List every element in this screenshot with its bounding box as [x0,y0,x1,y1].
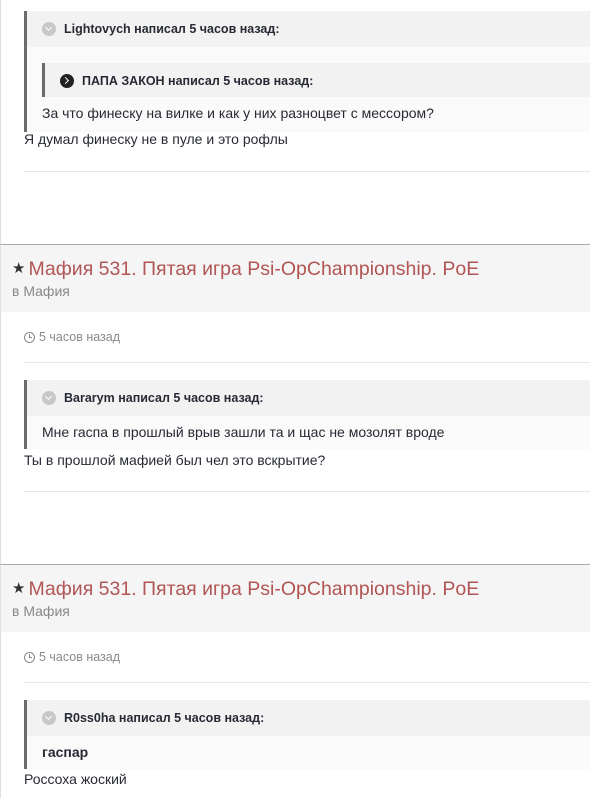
quote-author-line[interactable]: Lightovych написал 5 часов назад: [64,22,279,36]
category-link[interactable]: Мафия [23,603,70,619]
clock-icon [24,331,35,343]
activity-item: ★ Мафия 531. Пятая игра Psi-OpChampionsh… [0,244,590,564]
quote-author-line[interactable]: R0ss0ha написал 5 часов назад: [64,711,264,725]
post-header: ★ Мафия 531. Пятая игра Psi-OpChampionsh… [1,245,590,312]
quote-header[interactable]: Bararym написал 5 часов назад: [27,380,590,416]
time-text[interactable]: 5 часов назад [39,650,120,664]
divider [24,491,590,492]
nested-quote-block: ПАПА ЗАКОН написал 5 часов назад: [42,63,590,99]
post-reply-text: Ты в прошлой мафией был чел это вскрытие… [24,452,326,468]
quote-block: Bararym написал 5 часов назад: Мне гаспа… [24,380,590,449]
post-category: в Мафия [12,603,590,619]
post-time: 5 часов назад [24,650,120,664]
post-header: ★ Мафия 531. Пятая игра Psi-OpChampionsh… [1,565,590,632]
quote-header[interactable]: R0ss0ha написал 5 часов назад: [27,700,590,736]
quote-text: гаспар [27,736,590,769]
quote-block: Lightovych написал 5 часов назад: ПАПА З… [24,11,590,132]
chevron-down-icon[interactable] [42,22,56,36]
category-prefix: в [12,283,24,299]
category-prefix: в [12,603,24,619]
chevron-down-icon[interactable] [42,391,56,405]
post-reply-text: Россоха жоский [24,771,127,787]
quote-text: Мне гаспа в прошлый врыв зашли та и щас … [27,416,590,449]
chevron-down-icon[interactable] [42,711,56,725]
time-text[interactable]: 5 часов назад [39,330,120,344]
quote-block: R0ss0ha написал 5 часов назад: гаспар [24,700,590,769]
divider [24,171,590,172]
star-icon: ★ [12,580,26,597]
activity-item: Lightovych написал 5 часов назад: ПАПА З… [0,0,590,244]
post-title-link[interactable]: Мафия 531. Пятая игра Psi-OpChampionship… [28,578,479,600]
star-icon: ★ [12,260,26,277]
divider [24,362,590,363]
activity-item: ★ Мафия 531. Пятая игра Psi-OpChampionsh… [0,564,590,798]
post-time: 5 часов назад [24,330,120,344]
quote-header[interactable]: Lightovych написал 5 часов назад: [27,11,590,47]
post-category: в Мафия [12,283,590,299]
arrow-right-icon[interactable] [60,74,74,88]
divider [24,682,590,683]
category-link[interactable]: Мафия [23,283,70,299]
clock-icon [24,651,35,663]
post-title-link[interactable]: Мафия 531. Пятая игра Psi-OpChampionship… [28,258,479,280]
quote-header[interactable]: ПАПА ЗАКОН написал 5 часов назад: [45,63,590,99]
post-reply-text: Я думал финеску не в пуле и это рофлы [24,131,288,147]
quote-text: За что финеску на вилке и как у них разн… [27,97,590,130]
quote-author-line[interactable]: ПАПА ЗАКОН написал 5 часов назад: [82,74,313,88]
quote-author-line[interactable]: Bararym написал 5 часов назад: [64,391,264,405]
